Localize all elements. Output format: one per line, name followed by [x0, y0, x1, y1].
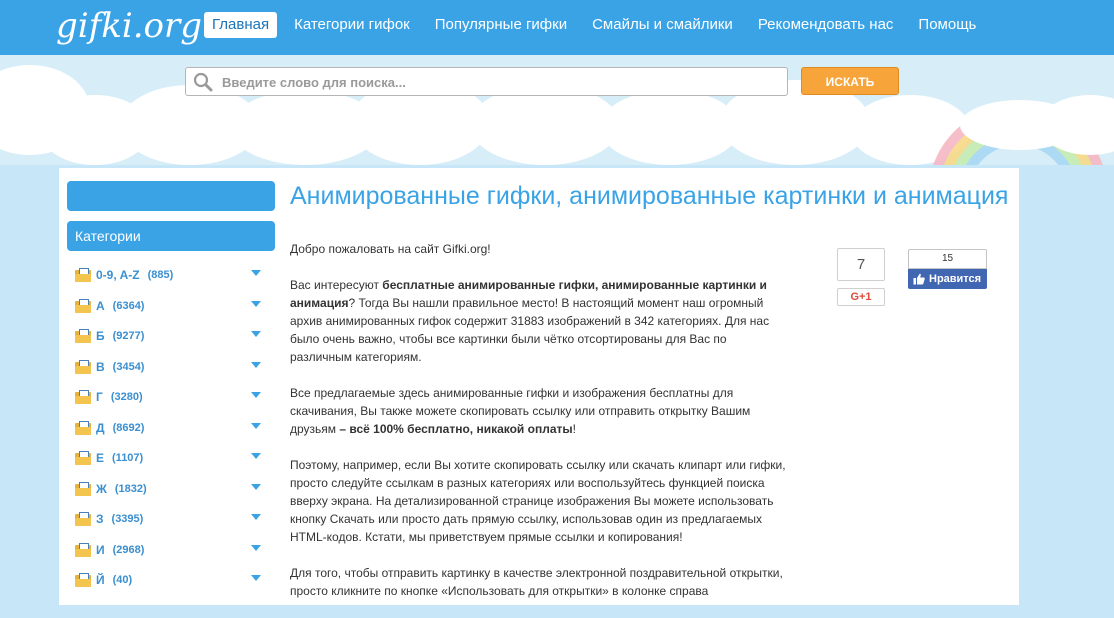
page-container: Категории 0-9, A-Z (885) А (6364) Б (927…	[59, 168, 1019, 605]
category-name[interactable]: Е	[96, 451, 104, 465]
search-input[interactable]	[220, 68, 784, 97]
category-item[interactable]: В (3454)	[67, 352, 275, 383]
paragraph-text: ? Тогда Вы нашли правильное место! В нас…	[290, 296, 770, 364]
category-item[interactable]: Е (1107)	[67, 443, 275, 474]
nav-item-smileys[interactable]: Смайлы и смайлики	[584, 12, 741, 38]
folder-icon	[75, 451, 91, 466]
category-count: (885)	[147, 269, 174, 282]
nav-item-recommend[interactable]: Рекомендовать нас	[750, 12, 902, 38]
category-name[interactable]: Д	[96, 421, 105, 435]
intro-paragraph: Вас интересуют бесплатные анимированные …	[290, 276, 790, 366]
category-count: (2968)	[112, 543, 145, 556]
main-nav: Главная Категории гифок Популярные гифки…	[204, 12, 993, 38]
cloud-decoration	[600, 90, 740, 165]
article-text: Добро пожаловать на сайт Gifki.org! Вас …	[290, 240, 790, 618]
category-name[interactable]: В	[96, 360, 105, 374]
folder-icon	[75, 329, 91, 344]
category-count: (3280)	[110, 391, 143, 404]
folder-icon	[75, 573, 91, 588]
category-count: (9277)	[112, 330, 145, 343]
search-button[interactable]: ИСКАТЬ	[801, 67, 899, 95]
folder-icon	[75, 390, 91, 405]
search-box	[185, 67, 788, 97]
expand-arrow-icon[interactable]	[251, 483, 261, 490]
facebook-like-count: 15	[908, 249, 987, 269]
welcome-paragraph: Добро пожаловать на сайт Gifki.org!	[290, 242, 491, 256]
category-item[interactable]: И (2968)	[67, 535, 275, 566]
gplus-count: 7	[837, 248, 885, 281]
expand-arrow-icon[interactable]	[251, 331, 261, 337]
nav-item-home[interactable]: Главная	[204, 12, 278, 38]
category-count: (6364)	[112, 299, 145, 312]
category-name[interactable]: Й	[96, 573, 105, 587]
category-name[interactable]: И	[96, 543, 105, 557]
paragraph-text: !	[572, 422, 576, 436]
expand-arrow-icon[interactable]	[251, 575, 261, 581]
expand-arrow-icon[interactable]	[251, 544, 261, 551]
search-icon	[193, 72, 213, 92]
paragraph-text: Вас интересуют	[290, 278, 383, 292]
cloud-decoration	[470, 85, 620, 165]
category-count: (40)	[112, 574, 133, 587]
category-item[interactable]: Ж (1832)	[67, 474, 275, 505]
category-item[interactable]: 0-9, A-Z (885)	[67, 260, 275, 291]
sidebar-categories-header: Категории	[67, 221, 275, 251]
top-nav-bar: gifki.org Главная Категории гифок Популя…	[0, 0, 1114, 55]
category-name[interactable]: 0-9, A-Z	[96, 268, 140, 282]
folder-icon	[75, 420, 91, 435]
expand-arrow-icon[interactable]	[251, 361, 261, 368]
card-paragraph: Для того, чтобы отправить картинку в кач…	[290, 566, 783, 598]
facebook-like-label: Нравится	[929, 273, 982, 285]
category-count: (3454)	[112, 360, 145, 373]
expand-arrow-icon[interactable]	[251, 453, 261, 459]
site-logo[interactable]: gifki.org	[56, 6, 202, 46]
page-title: Анимированные гифки, анимированные карти…	[290, 182, 1009, 210]
free-paragraph: Все предлагаемые здесь анимированные гиф…	[290, 384, 790, 438]
category-count: (3395)	[111, 513, 144, 526]
gplus-button[interactable]: G+1	[837, 288, 885, 306]
facebook-widget: 15 Нравится	[908, 249, 987, 289]
expand-arrow-icon[interactable]	[251, 270, 261, 276]
gplus-widget: 7 G+1	[837, 248, 885, 308]
category-item[interactable]: З (3395)	[67, 504, 275, 535]
nav-item-help[interactable]: Помощь	[910, 12, 984, 38]
expand-arrow-icon[interactable]	[251, 392, 261, 398]
facebook-like-button[interactable]: Нравится	[908, 269, 987, 289]
main-content: Анимированные гифки, анимированные карти…	[290, 180, 1010, 598]
category-name[interactable]: Г	[96, 390, 103, 404]
category-item[interactable]: Б (9277)	[67, 321, 275, 352]
category-item[interactable]: А (6364)	[67, 291, 275, 322]
paragraph-bold-text: – всё 100% бесплатно, никакой оплаты	[339, 422, 573, 436]
category-name[interactable]: А	[96, 299, 105, 313]
expand-arrow-icon[interactable]	[251, 300, 261, 307]
usage-paragraph: Поэтому, например, если Вы хотите скопир…	[290, 458, 786, 544]
thumbs-up-icon	[913, 273, 925, 285]
nav-item-popular[interactable]: Популярные гифки	[427, 12, 575, 38]
category-name[interactable]: З	[96, 512, 104, 526]
category-name[interactable]: Ж	[96, 482, 107, 496]
category-list: 0-9, A-Z (885) А (6364) Б (9277) В (3454…	[67, 260, 275, 596]
category-count: (1107)	[112, 452, 144, 465]
category-count: (8692)	[112, 421, 145, 434]
nav-item-categories[interactable]: Категории гифок	[286, 12, 418, 38]
category-name[interactable]: Б	[96, 329, 105, 343]
category-item[interactable]: Г (3280)	[67, 382, 275, 413]
category-item[interactable]: Й (40)	[67, 565, 275, 596]
folder-icon	[75, 298, 91, 313]
category-count: (1832)	[114, 482, 147, 495]
folder-icon	[75, 359, 91, 374]
folder-icon	[75, 481, 91, 496]
folder-icon	[75, 268, 91, 283]
expand-arrow-icon[interactable]	[251, 514, 261, 520]
sidebar: Категории 0-9, A-Z (885) А (6364) Б (927…	[67, 181, 275, 596]
sidebar-top-box	[67, 181, 275, 211]
folder-icon	[75, 542, 91, 557]
expand-arrow-icon[interactable]	[251, 422, 261, 429]
folder-icon	[75, 512, 91, 527]
category-item[interactable]: Д (8692)	[67, 413, 275, 444]
